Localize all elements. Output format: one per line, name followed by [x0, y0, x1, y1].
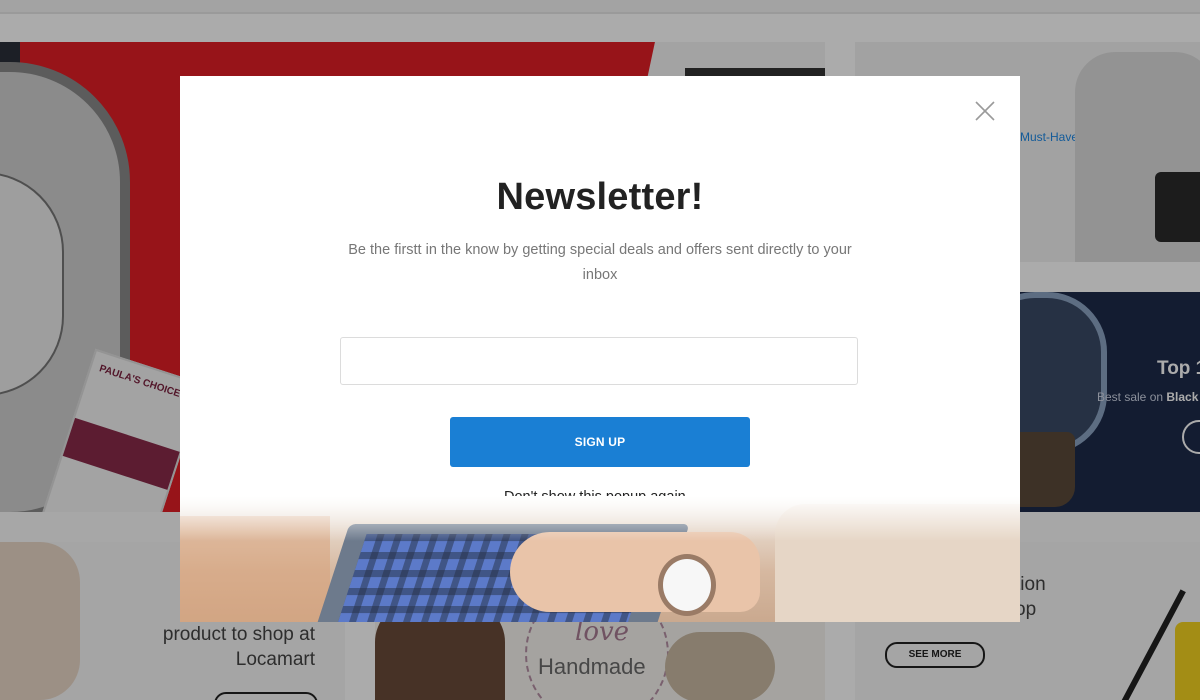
modal-description: Be the firstt in the know by getting spe… [348, 242, 852, 283]
email-input[interactable] [340, 337, 858, 385]
newsletter-modal: Newsletter! Be the firstt in the know by… [180, 76, 1020, 622]
close-icon[interactable] [972, 98, 998, 124]
hand-image [510, 532, 760, 612]
sign-up-button[interactable]: SIGN UP [450, 417, 750, 467]
modal-title: Newsletter! [496, 176, 704, 218]
modal-footer-photo [180, 496, 1020, 622]
wristwatch-image [658, 554, 716, 616]
close-icon-graphic [975, 101, 995, 121]
photo-fade [180, 496, 1020, 541]
